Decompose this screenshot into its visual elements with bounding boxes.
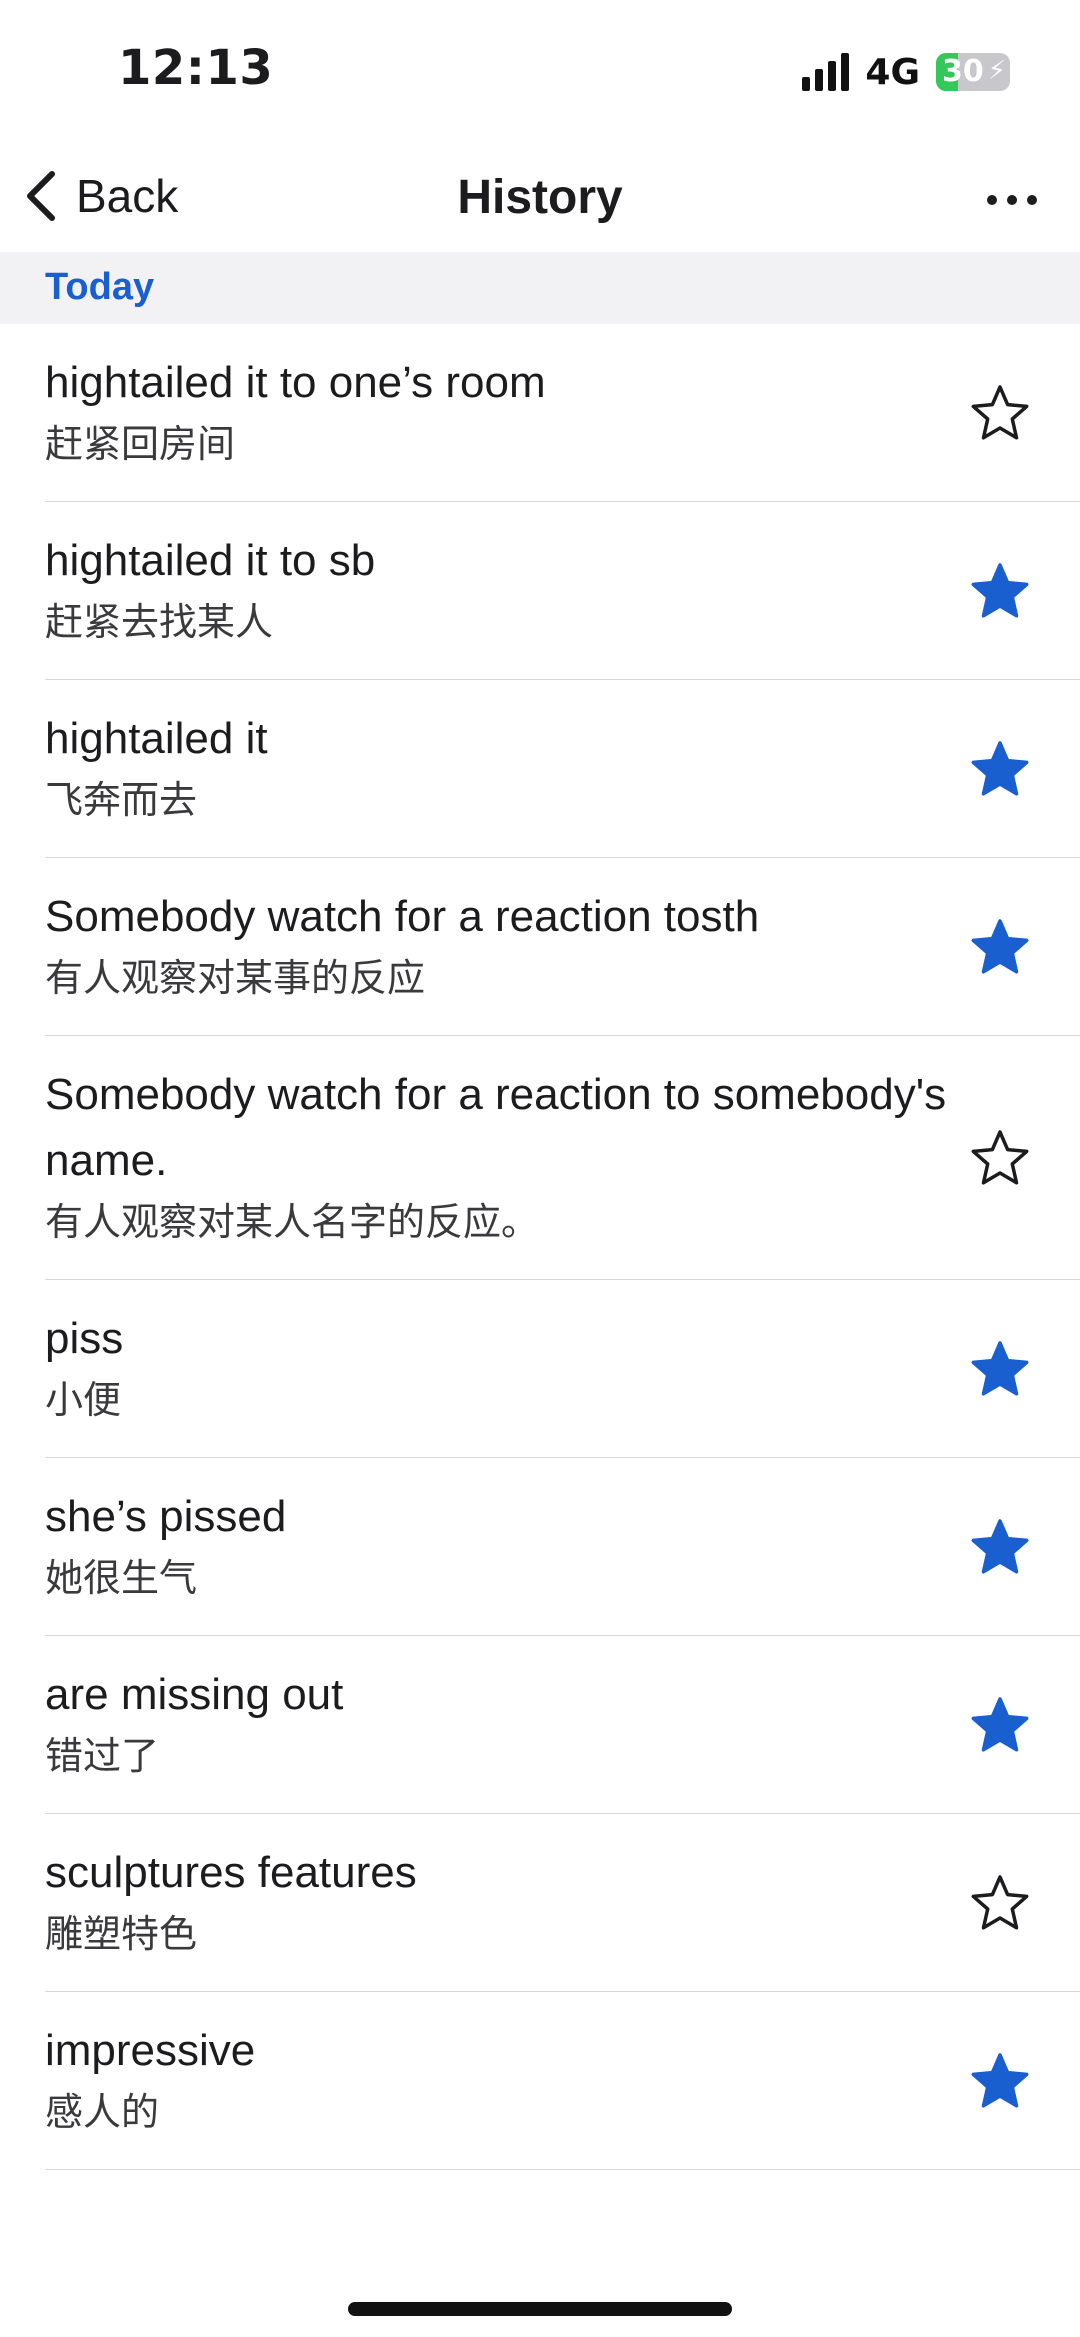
star-filled-icon[interactable] [970, 917, 1030, 977]
item-term: hightailed it [45, 714, 268, 763]
item-term: Somebody watch for a reaction to somebod… [45, 1070, 947, 1185]
item-translation: 雕塑特色 [45, 1912, 198, 1956]
status-time: 12:13 [118, 40, 274, 96]
history-item[interactable]: hightailed it to sb 赶紧去找某人 [0, 502, 1080, 680]
star-outline-icon[interactable] [970, 383, 1030, 443]
item-translation: 有人观察对某人名字的反应。 [45, 1200, 540, 1244]
home-indicator[interactable] [348, 2302, 732, 2316]
item-term: hightailed it to one’s room [45, 358, 546, 407]
item-term: Somebody watch for a reaction tosth [45, 892, 760, 941]
section-header-today: Today [0, 252, 1080, 324]
star-filled-icon[interactable] [970, 739, 1030, 799]
history-item[interactable]: piss 小便 [0, 1280, 1080, 1458]
star-outline-icon[interactable] [970, 1128, 1030, 1188]
item-translation: 小便 [45, 1378, 122, 1422]
star-filled-icon[interactable] [970, 1339, 1030, 1399]
item-term: impressive [45, 2026, 256, 2075]
item-term: are missing out [45, 1670, 344, 1719]
section-label: Today [45, 266, 155, 308]
item-translation: 赶紧去找某人 [45, 600, 274, 644]
history-item[interactable]: hightailed it 飞奔而去 [0, 680, 1080, 858]
network-type-label: 4G [865, 51, 920, 93]
page-title: History [457, 171, 623, 224]
item-translation: 错过了 [45, 1734, 160, 1778]
more-dot-icon [1027, 195, 1037, 205]
cellular-signal-icon [802, 53, 850, 91]
more-dot-icon [987, 195, 997, 205]
item-translation: 赶紧回房间 [45, 422, 236, 466]
item-term: hightailed it to sb [45, 536, 376, 585]
item-term: sculptures features [45, 1848, 417, 1897]
history-item[interactable]: Somebody watch for a reaction to somebod… [0, 1036, 1080, 1280]
history-item[interactable]: are missing out 错过了 [0, 1636, 1080, 1814]
navigation-bar: Back History [0, 140, 1080, 252]
more-dot-icon [1007, 195, 1017, 205]
history-item[interactable]: hightailed it to one’s room 赶紧回房间 [0, 324, 1080, 502]
status-indicators: 4G 30 ⚡ [802, 50, 1010, 94]
item-translation: 感人的 [45, 2090, 160, 2134]
star-outline-icon[interactable] [970, 1873, 1030, 1933]
charging-bolt-icon: ⚡ [987, 55, 1006, 85]
history-item[interactable]: sculptures features 雕塑特色 [0, 1814, 1080, 1992]
star-filled-icon[interactable] [970, 1517, 1030, 1577]
item-translation: 有人观察对某事的反应 [45, 956, 426, 1000]
star-filled-icon[interactable] [970, 1695, 1030, 1755]
star-filled-icon[interactable] [970, 561, 1030, 621]
history-item[interactable]: Somebody watch for a reaction tosth 有人观察对… [0, 858, 1080, 1036]
history-item[interactable]: impressive 感人的 [0, 1992, 1080, 2170]
item-term: she’s pissed [45, 1492, 287, 1541]
status-bar: 12:13 4G 30 ⚡ [0, 0, 1080, 140]
item-translation: 飞奔而去 [45, 778, 198, 822]
history-item[interactable]: she’s pissed 她很生气 [0, 1458, 1080, 1636]
more-options-button[interactable] [972, 170, 1052, 230]
battery-percent: 30 [942, 54, 984, 89]
item-translation: 她很生气 [45, 1556, 198, 1600]
star-filled-icon[interactable] [970, 2051, 1030, 2111]
item-term: piss [45, 1314, 124, 1363]
history-list: hightailed it to one’s room 赶紧回房间 hightail… [0, 324, 1080, 2170]
battery-icon: 30 ⚡ [936, 53, 1010, 91]
